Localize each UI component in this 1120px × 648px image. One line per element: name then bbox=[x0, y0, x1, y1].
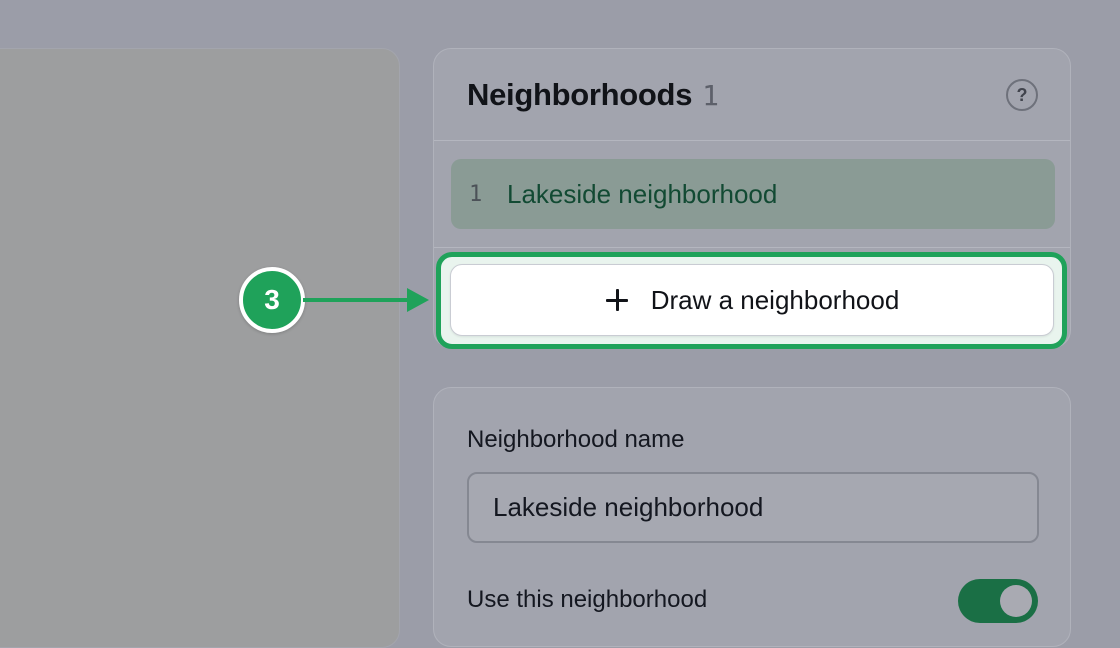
step-number-badge: 3 bbox=[239, 267, 305, 333]
draw-neighborhood-button[interactable]: Draw a neighborhood bbox=[450, 264, 1054, 336]
list-item-label: Lakeside neighborhood bbox=[507, 178, 778, 209]
help-icon[interactable]: ? bbox=[1006, 79, 1038, 111]
neighborhood-name-input[interactable] bbox=[467, 472, 1039, 543]
divider bbox=[434, 247, 1070, 248]
panel-title-text: Neighborhoods bbox=[467, 77, 693, 112]
neighborhood-details-card: Neighborhood name Use this neighborhood bbox=[433, 387, 1071, 647]
neighborhoods-header: Neighborhoods 1 ? bbox=[434, 49, 1070, 141]
use-neighborhood-label: Use this neighborhood bbox=[467, 586, 708, 613]
toggle-knob bbox=[1000, 585, 1032, 617]
neighborhood-count: 1 bbox=[702, 79, 719, 112]
plus-icon bbox=[605, 288, 629, 312]
panel-title: Neighborhoods 1 bbox=[467, 77, 719, 113]
neighborhood-name-label: Neighborhood name bbox=[467, 426, 685, 453]
list-item-number: 1 bbox=[469, 181, 483, 207]
map-area[interactable] bbox=[0, 48, 400, 648]
use-neighborhood-toggle[interactable] bbox=[958, 579, 1038, 623]
step-arrow-icon bbox=[303, 288, 429, 312]
neighborhood-list-item[interactable]: 1 Lakeside neighborhood bbox=[451, 159, 1055, 229]
draw-neighborhood-label: Draw a neighborhood bbox=[650, 284, 900, 315]
